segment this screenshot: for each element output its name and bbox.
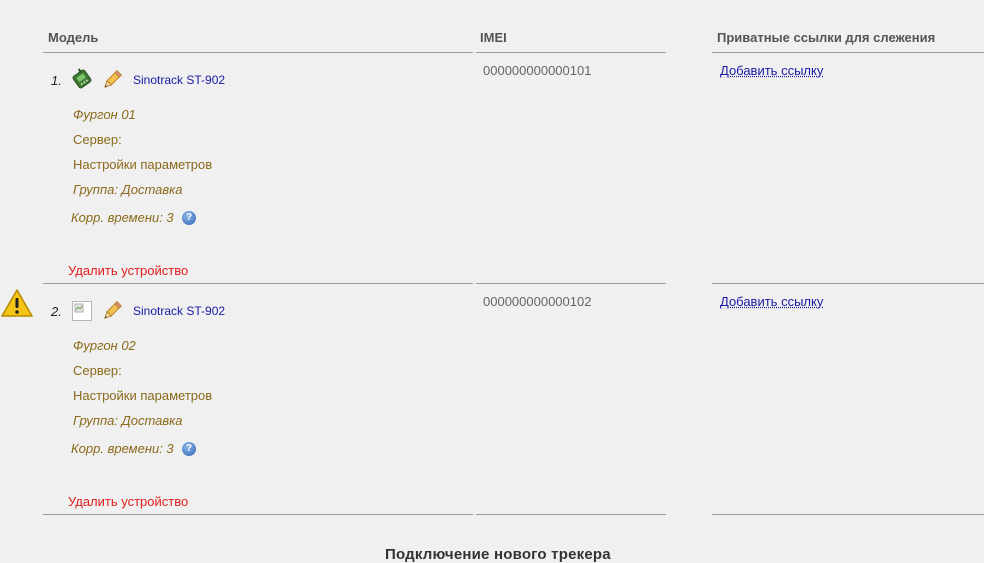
divider bbox=[712, 283, 984, 284]
help-icon[interactable]: ? bbox=[182, 442, 196, 456]
device-server: Сервер: bbox=[73, 132, 122, 147]
time-correction: Корр. времени: 3 bbox=[71, 210, 174, 225]
gps-tracker-icon bbox=[70, 68, 94, 90]
divider bbox=[712, 52, 984, 53]
device-server: Сервер: bbox=[73, 363, 122, 378]
column-header-links: Приватные ссылки для слежения bbox=[717, 30, 936, 45]
device-imei: 000000000000102 bbox=[483, 294, 592, 309]
device-name: Фургон 02 bbox=[73, 338, 136, 353]
delete-device-button[interactable]: Удалить устройство bbox=[68, 494, 188, 509]
divider bbox=[43, 283, 473, 284]
divider bbox=[712, 514, 984, 515]
add-tracking-link[interactable]: Добавить ссылку bbox=[720, 63, 823, 78]
parameter-settings-link[interactable]: Настройки параметров bbox=[73, 388, 212, 403]
divider bbox=[43, 52, 473, 53]
delete-device-button[interactable]: Удалить устройство bbox=[68, 263, 188, 278]
warning-icon bbox=[1, 288, 33, 318]
parameter-settings-link[interactable]: Настройки параметров bbox=[73, 157, 212, 172]
device-group: Группа: Доставка bbox=[73, 182, 183, 197]
device-model-link[interactable]: Sinotrack ST-902 bbox=[133, 304, 225, 318]
device-number: 1. bbox=[51, 73, 62, 88]
divider bbox=[476, 283, 666, 284]
device-group: Группа: Доставка bbox=[73, 413, 183, 428]
divider bbox=[476, 514, 666, 515]
edit-pencil-icon[interactable] bbox=[101, 69, 123, 91]
divider bbox=[476, 52, 666, 53]
device-imei: 000000000000101 bbox=[483, 63, 592, 78]
section-title: Подключение нового трекера bbox=[385, 546, 611, 563]
divider bbox=[43, 514, 473, 515]
time-correction: Корр. времени: 3 bbox=[71, 441, 174, 456]
device-model-link[interactable]: Sinotrack ST-902 bbox=[133, 73, 225, 87]
add-tracking-link[interactable]: Добавить ссылку bbox=[720, 294, 823, 309]
help-icon[interactable]: ? bbox=[182, 211, 196, 225]
device-name: Фургон 01 bbox=[73, 107, 136, 122]
device-number: 2. bbox=[51, 304, 62, 319]
edit-pencil-icon[interactable] bbox=[101, 300, 123, 322]
broken-image-icon bbox=[72, 301, 92, 321]
column-header-imei: IMEI bbox=[480, 30, 507, 45]
column-header-model: Модель bbox=[48, 30, 99, 45]
